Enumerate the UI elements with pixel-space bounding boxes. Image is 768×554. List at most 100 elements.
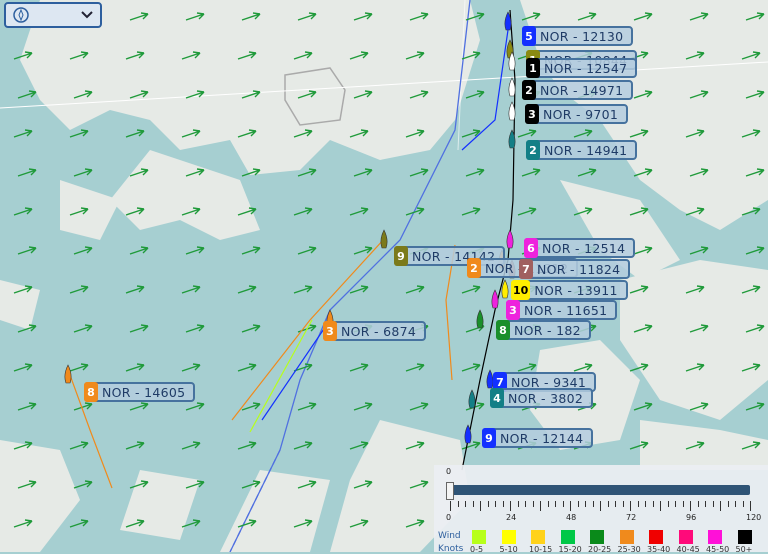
timeline-tick-label: 72 [626,513,637,522]
boat-label[interactable]: 8 NOR - 182 [496,320,591,340]
boat-name: NOR - 12514 [542,240,626,256]
boat-name: NOR - 11651 [524,302,608,318]
timeline-current: 0 [446,467,452,476]
timeline-tick-mark [472,501,474,507]
timeline-tick-mark [675,501,676,507]
timeline-tick-mark [517,501,519,507]
timeline-slider[interactable] [450,485,750,495]
timeline-tick-mark [660,501,661,511]
boat-label[interactable]: 3 NOR - 9701 [525,104,629,124]
timeline-tick-mark [712,501,714,507]
timeline-tick-mark [652,501,654,507]
legend-wind-label: Wind [438,531,461,541]
timeline-tick-mark [457,501,459,507]
boat-rank-badge: 2 [526,140,540,160]
legend-range-label: 15-20 [558,545,582,554]
legend-swatch [590,530,604,544]
timeline-tick-mark [607,501,609,507]
boat-label[interactable]: 9 NOR - 12144 [482,428,594,448]
timeline-handle[interactable] [446,482,454,500]
timeline-tick-mark [682,501,684,507]
boat-rank-badge: 8 [496,320,510,340]
timeline-tick-mark [667,501,669,507]
legend-range-label: 45-50 [706,545,730,554]
boat-label[interactable]: 8 NOR - 14605 [84,382,196,402]
legend-range-label: 25-30 [617,545,641,554]
legend-range-label: 10-15 [529,545,553,554]
boat-rank-badge: 3 [323,321,337,341]
timeline-tick-label: 96 [686,513,697,522]
chevron-down-icon [80,10,94,20]
boat-rank-badge: 2 [467,258,481,278]
boat-name: NOR - 6874 [341,323,417,339]
timeline-tick-mark [727,501,729,507]
legend-knots-label: Knots [438,544,464,554]
timeline-tick-mark [645,501,646,507]
boat-name: NOR - 12144 [500,430,584,446]
timeline-tick-mark [532,501,534,507]
timeline-tick-mark [562,501,564,507]
legend-swatch [708,530,722,544]
timeline-tick-mark [547,501,549,507]
legend-swatch [472,530,486,544]
timeline-tick-mark [465,501,466,507]
boat-rank-badge: 10 [511,280,531,300]
boat-label[interactable]: 6 NOR - 12514 [524,238,636,258]
boat-rank-badge: 8 [84,382,98,402]
boat-name: NOR - 14971 [540,82,624,98]
boat-name: NOR - 3802 [508,390,584,406]
boat-rank-badge: 9 [394,246,408,266]
boat-name: NOR - 9701 [543,106,619,122]
timeline-tick-label: 0 [446,513,452,522]
boat-name: NOR - 14941 [544,142,628,158]
boat-label[interactable]: 10 NOR - 13911 [511,280,628,300]
legend-swatch [678,530,693,544]
layer-selector[interactable] [4,2,102,28]
legend-range-label: 40-45 [676,545,700,554]
timeline-tick-mark [577,501,579,507]
timeline-tick-mark [637,501,639,507]
boat-rank-badge: 7 [519,259,533,279]
boat-name: NOR - 12547 [544,60,628,76]
timeline-tick-label: 120 [746,513,762,522]
boat-rank-badge: 1 [526,58,540,78]
timeline-tick-mark [742,501,744,507]
boat-name: NOR - 14605 [102,384,186,400]
boat-label[interactable]: 7 NOR - 11824 [519,259,631,279]
timeline-tick-mark [592,501,594,507]
boat-label[interactable]: 1 NOR - 12547 [526,58,638,78]
legend-swatch [619,530,634,544]
boat-name: NOR - 12130 [540,28,624,44]
timeline-tick-mark [510,501,511,511]
boat-rank-badge: 3 [506,300,520,320]
timeline-tick-mark [622,501,624,507]
boat-label[interactable]: 3 NOR - 11651 [506,300,618,320]
timeline-tick-mark [697,501,699,507]
boat-label[interactable]: 3 NOR - 6874 [323,321,427,341]
timeline-tick-mark [585,501,586,507]
boat-label[interactable]: 5 NOR - 12130 [522,26,634,46]
timeline-tick-mark [570,501,571,511]
timeline-tick-mark [487,501,489,507]
boat-rank-badge: 5 [522,26,536,46]
boat-label[interactable]: 2 NOR - 14971 [522,80,634,100]
legend-swatch [737,530,752,544]
boat-label[interactable]: 2 NOR - 14941 [526,140,638,160]
legend-swatch [531,530,545,544]
boat-rank-badge: 2 [522,80,536,100]
timeline-tick-mark [615,501,616,507]
timeline-tick-mark [555,501,556,507]
timeline-tick-mark [450,501,451,511]
timeline-tick-mark [750,501,751,511]
legend-swatch [501,530,516,544]
boat-rank-badge: 9 [482,428,496,448]
timeline-tick-mark [690,501,691,511]
timeline-tick-mark [502,501,504,507]
legend-range-label: 5-10 [499,545,518,554]
timeline-tick-mark [480,501,481,511]
legend-range-label: 0-5 [470,545,484,554]
legend-range-label: 35-40 [647,545,671,554]
boat-name: NOR - 13911 [534,282,618,298]
boat-label[interactable]: 4 NOR - 3802 [490,388,594,408]
legend-range-label: 20-25 [588,545,612,554]
